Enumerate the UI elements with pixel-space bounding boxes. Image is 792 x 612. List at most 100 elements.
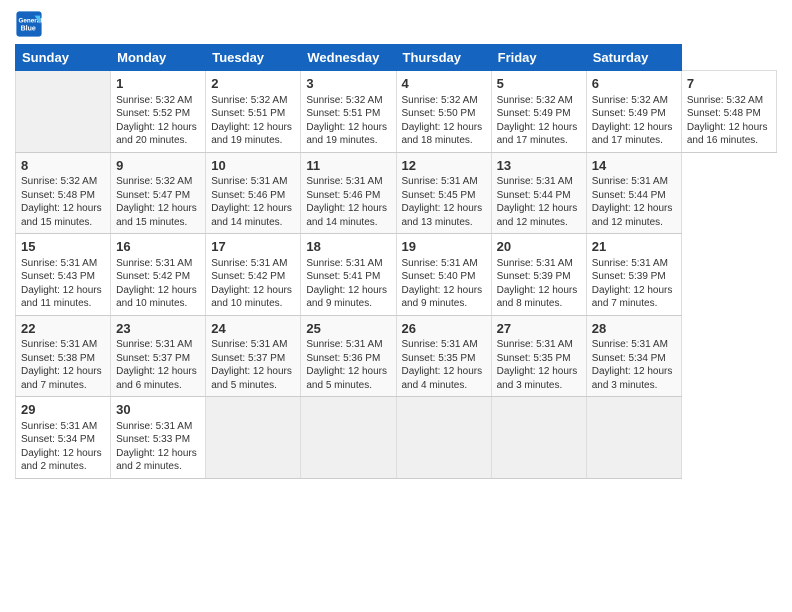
day-info-line: and 18 minutes.: [402, 134, 486, 148]
day-cell: 12Sunrise: 5:31 AMSunset: 5:45 PMDayligh…: [396, 152, 491, 234]
day-number: 8: [21, 157, 105, 175]
day-info-line: Sunrise: 5:31 AM: [211, 175, 295, 189]
day-info-line: Daylight: 12 hours: [497, 121, 581, 135]
day-info-line: Sunset: 5:46 PM: [211, 189, 295, 203]
day-info-line: Daylight: 12 hours: [211, 121, 295, 135]
day-info-line: Daylight: 12 hours: [402, 121, 486, 135]
day-cell: 25Sunrise: 5:31 AMSunset: 5:36 PMDayligh…: [301, 315, 396, 397]
day-info-line: Sunset: 5:35 PM: [402, 352, 486, 366]
day-info-line: Daylight: 12 hours: [306, 284, 390, 298]
day-info-line: Daylight: 12 hours: [497, 284, 581, 298]
day-number: 12: [402, 157, 486, 175]
day-info-line: Sunset: 5:48 PM: [21, 189, 105, 203]
day-info-line: Daylight: 12 hours: [592, 202, 676, 216]
day-number: 26: [402, 320, 486, 338]
day-info-line: and 9 minutes.: [402, 297, 486, 311]
day-cell: 22Sunrise: 5:31 AMSunset: 5:38 PMDayligh…: [16, 315, 111, 397]
day-info-line: and 10 minutes.: [116, 297, 200, 311]
day-info-line: Daylight: 12 hours: [21, 447, 105, 461]
day-info-line: Sunset: 5:48 PM: [687, 107, 771, 121]
day-number: 20: [497, 238, 581, 256]
day-info-line: Sunrise: 5:31 AM: [116, 420, 200, 434]
day-info-line: Sunrise: 5:31 AM: [21, 338, 105, 352]
day-cell: 28Sunrise: 5:31 AMSunset: 5:34 PMDayligh…: [586, 315, 681, 397]
day-cell: 6Sunrise: 5:32 AMSunset: 5:49 PMDaylight…: [586, 71, 681, 153]
day-info-line: Sunrise: 5:31 AM: [306, 257, 390, 271]
day-info-line: Daylight: 12 hours: [592, 365, 676, 379]
day-info-line: Sunset: 5:33 PM: [116, 433, 200, 447]
day-info-line: Sunrise: 5:32 AM: [497, 94, 581, 108]
day-info-line: Daylight: 12 hours: [402, 202, 486, 216]
day-cell: [396, 397, 491, 479]
day-info-line: and 15 minutes.: [21, 216, 105, 230]
day-info-line: Sunset: 5:34 PM: [592, 352, 676, 366]
day-info-line: Sunrise: 5:31 AM: [402, 338, 486, 352]
day-info-line: Sunset: 5:39 PM: [592, 270, 676, 284]
day-info-line: Daylight: 12 hours: [687, 121, 771, 135]
day-info-line: Sunset: 5:35 PM: [497, 352, 581, 366]
day-info-line: and 13 minutes.: [402, 216, 486, 230]
day-info-line: and 20 minutes.: [116, 134, 200, 148]
header-cell-monday: Monday: [111, 45, 206, 71]
day-info-line: Sunset: 5:49 PM: [497, 107, 581, 121]
day-cell: 1Sunrise: 5:32 AMSunset: 5:52 PMDaylight…: [111, 71, 206, 153]
day-info-line: Daylight: 12 hours: [497, 202, 581, 216]
header-row: SundayMondayTuesdayWednesdayThursdayFrid…: [16, 45, 777, 71]
day-cell: 20Sunrise: 5:31 AMSunset: 5:39 PMDayligh…: [491, 234, 586, 316]
day-info-line: Sunset: 5:49 PM: [592, 107, 676, 121]
day-cell: 19Sunrise: 5:31 AMSunset: 5:40 PMDayligh…: [396, 234, 491, 316]
day-info-line: Sunrise: 5:31 AM: [497, 175, 581, 189]
day-number: 25: [306, 320, 390, 338]
day-cell: [16, 71, 111, 153]
day-info-line: and 7 minutes.: [21, 379, 105, 393]
header-cell-friday: Friday: [491, 45, 586, 71]
day-info-line: Sunset: 5:52 PM: [116, 107, 200, 121]
header-cell-wednesday: Wednesday: [301, 45, 396, 71]
day-number: 27: [497, 320, 581, 338]
header-cell-saturday: Saturday: [586, 45, 681, 71]
day-info-line: Sunset: 5:51 PM: [306, 107, 390, 121]
day-info-line: Sunset: 5:37 PM: [211, 352, 295, 366]
day-number: 5: [497, 75, 581, 93]
day-number: 22: [21, 320, 105, 338]
day-info-line: Sunset: 5:46 PM: [306, 189, 390, 203]
day-info-line: Daylight: 12 hours: [306, 121, 390, 135]
day-info-line: Daylight: 12 hours: [592, 284, 676, 298]
day-info-line: Sunrise: 5:32 AM: [592, 94, 676, 108]
day-cell: 24Sunrise: 5:31 AMSunset: 5:37 PMDayligh…: [206, 315, 301, 397]
day-cell: 5Sunrise: 5:32 AMSunset: 5:49 PMDaylight…: [491, 71, 586, 153]
day-cell: 3Sunrise: 5:32 AMSunset: 5:51 PMDaylight…: [301, 71, 396, 153]
day-number: 3: [306, 75, 390, 93]
day-info-line: Sunset: 5:37 PM: [116, 352, 200, 366]
day-number: 14: [592, 157, 676, 175]
day-info-line: Daylight: 12 hours: [402, 365, 486, 379]
header-cell-tuesday: Tuesday: [206, 45, 301, 71]
calendar-table: SundayMondayTuesdayWednesdayThursdayFrid…: [15, 44, 777, 479]
day-number: 10: [211, 157, 295, 175]
day-number: 9: [116, 157, 200, 175]
day-cell: [491, 397, 586, 479]
day-info-line: Sunset: 5:34 PM: [21, 433, 105, 447]
day-info-line: and 4 minutes.: [402, 379, 486, 393]
day-info-line: Daylight: 12 hours: [116, 284, 200, 298]
day-cell: 30Sunrise: 5:31 AMSunset: 5:33 PMDayligh…: [111, 397, 206, 479]
day-info-line: Sunset: 5:42 PM: [211, 270, 295, 284]
day-info-line: Daylight: 12 hours: [402, 284, 486, 298]
day-number: 23: [116, 320, 200, 338]
day-info-line: Sunrise: 5:31 AM: [497, 257, 581, 271]
week-row-2: 8Sunrise: 5:32 AMSunset: 5:48 PMDaylight…: [16, 152, 777, 234]
day-info-line: Sunrise: 5:31 AM: [402, 257, 486, 271]
day-cell: 14Sunrise: 5:31 AMSunset: 5:44 PMDayligh…: [586, 152, 681, 234]
day-cell: 21Sunrise: 5:31 AMSunset: 5:39 PMDayligh…: [586, 234, 681, 316]
day-info-line: Sunrise: 5:31 AM: [592, 257, 676, 271]
day-cell: 16Sunrise: 5:31 AMSunset: 5:42 PMDayligh…: [111, 234, 206, 316]
page-header: General Blue: [15, 10, 777, 38]
day-number: 30: [116, 401, 200, 419]
day-info-line: Daylight: 12 hours: [497, 365, 581, 379]
day-cell: 9Sunrise: 5:32 AMSunset: 5:47 PMDaylight…: [111, 152, 206, 234]
day-number: 29: [21, 401, 105, 419]
day-info-line: Sunset: 5:39 PM: [497, 270, 581, 284]
svg-text:Blue: Blue: [21, 25, 36, 32]
day-cell: 27Sunrise: 5:31 AMSunset: 5:35 PMDayligh…: [491, 315, 586, 397]
day-cell: [206, 397, 301, 479]
